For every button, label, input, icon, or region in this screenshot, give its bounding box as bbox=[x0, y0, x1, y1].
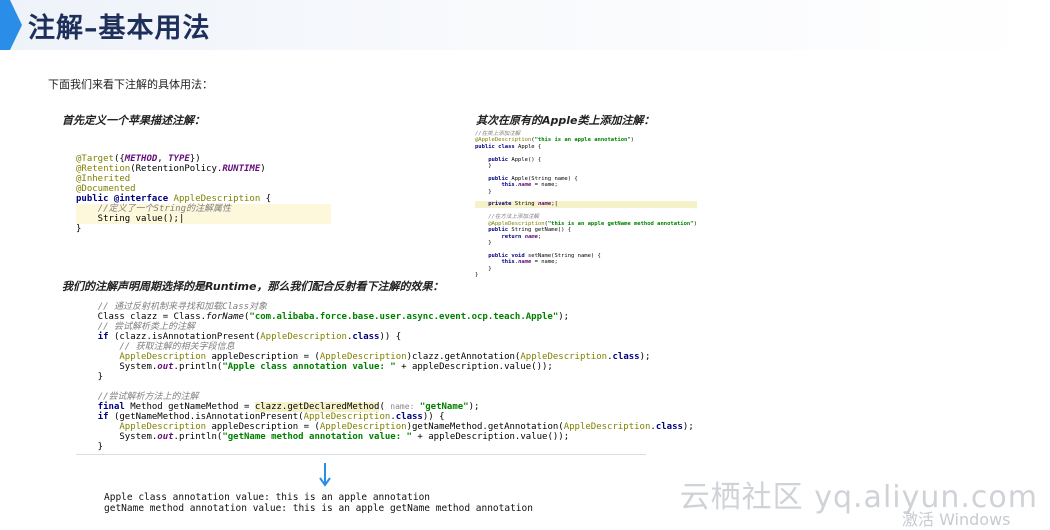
page-title: 注解–基本用法 bbox=[28, 13, 211, 44]
console-output: Apple class annotation value: this is an… bbox=[104, 492, 533, 514]
accent-chevron-icon bbox=[0, 0, 22, 50]
section2-label: 其次在原有的Apple类上添加注解： bbox=[476, 114, 655, 127]
output-line-1: Apple class annotation value: this is an… bbox=[104, 492, 431, 503]
down-arrow-icon bbox=[319, 463, 331, 487]
annotation-definition-code: @Target({METHOD, TYPE}) @Retention(Retent… bbox=[76, 154, 331, 234]
intro-text: 下面我们来看下注解的具体用法： bbox=[48, 78, 213, 91]
windows-activation-watermark: 激活 Windows bbox=[902, 510, 1011, 529]
reflection-code: // 通过反射机制来寻找和加载Class对象 Class clazz = Cla… bbox=[76, 302, 694, 455]
apple-class-code: //在类上添加注解 @AppleDescription("this is an a… bbox=[475, 131, 697, 278]
section1-label: 首先定义一个苹果描述注解： bbox=[62, 114, 205, 127]
output-line-2: getName method annotation value: this is… bbox=[104, 503, 533, 514]
section3-label: 我们的注解声明周期选择的是Runtime，那么我们配合反射看下注解的效果： bbox=[62, 280, 444, 293]
